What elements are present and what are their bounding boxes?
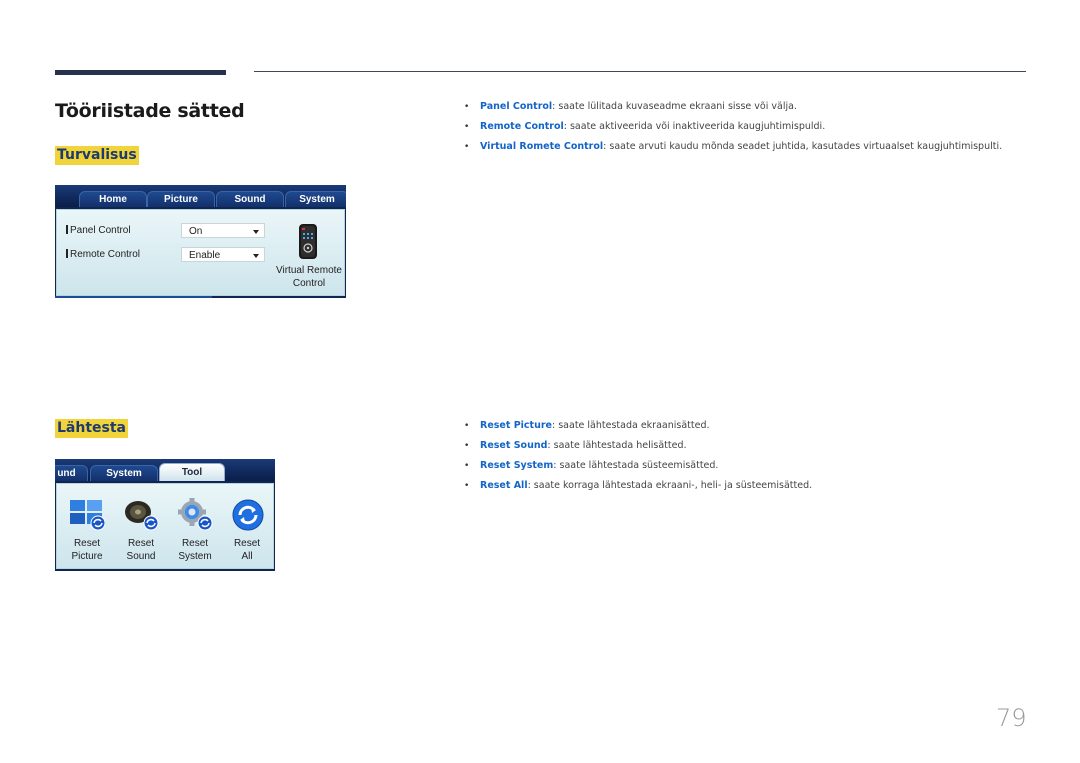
tab-sound[interactable]: Sound [216, 191, 284, 207]
panel-control-select[interactable]: On [181, 223, 265, 238]
reset-all-label[interactable]: Reset All [221, 537, 273, 563]
header-rule-thick [55, 70, 226, 75]
reset-panel-content: Reset Picture Reset Sound Reset System R… [56, 483, 274, 569]
reset-settings-panel: und System Tool Reset Picture Reset Soun… [55, 459, 275, 571]
list-item: • Reset Sound: saate lähtestada helisätte… [464, 440, 687, 451]
panel-control-label: Panel Control [66, 225, 131, 236]
page-number: 79 [996, 704, 1027, 732]
tab-bar: und System Tool [55, 459, 275, 481]
reset-system-label[interactable]: Reset System [169, 537, 221, 563]
page-title: Tööriistade sätted [55, 100, 245, 122]
remote-control-icon[interactable] [297, 224, 319, 259]
security-settings-panel: Home Picture Sound System Panel Control … [55, 185, 346, 298]
reset-bullet-list: • Reset Picture: saate lähtestada ekraani… [454, 416, 812, 496]
remote-control-label: Remote Control [66, 249, 140, 260]
tab-tool[interactable]: Tool [159, 463, 225, 481]
list-item: • Reset System: saate lähtestada süsteemi… [464, 460, 719, 471]
tab-system[interactable]: System [90, 465, 158, 481]
security-bullet-list: • Panel Control: saate lülitada kuvaseadm… [454, 97, 1002, 157]
chevron-down-icon [253, 230, 259, 234]
reset-system-icon[interactable] [177, 498, 213, 532]
tab-picture[interactable]: Picture [147, 191, 215, 207]
list-item: • Remote Control: saate aktiveerida või i… [464, 121, 826, 132]
reset-sound-icon[interactable] [123, 498, 159, 532]
section-label-security: Turvalisus [55, 146, 139, 165]
reset-picture-icon[interactable] [69, 498, 106, 532]
panel-underline [55, 296, 212, 298]
tab-sound[interactable]: und [55, 465, 88, 481]
virtual-remote-label[interactable]: Virtual Remote Control [269, 264, 346, 290]
tab-system[interactable]: System [285, 191, 346, 207]
remote-control-select[interactable]: Enable [181, 247, 265, 262]
list-item: • Reset Picture: saate lähtestada ekraani… [464, 420, 710, 431]
tab-bar: Home Picture Sound System [55, 185, 346, 207]
reset-sound-label[interactable]: Reset Sound [115, 537, 167, 563]
security-panel-content: Panel Control On Remote Control Enable V… [56, 209, 345, 296]
tab-home[interactable]: Home [79, 191, 147, 207]
reset-all-icon[interactable] [231, 498, 265, 532]
list-item: • Panel Control: saate lülitada kuvaseadm… [464, 101, 797, 112]
list-item: • Reset All: saate korraga lähtestada ekr… [464, 480, 813, 491]
reset-picture-label[interactable]: Reset Picture [61, 537, 113, 563]
section-label-reset: Lähtesta [55, 419, 128, 438]
chevron-down-icon [253, 254, 259, 258]
header-rule-thin [254, 71, 1026, 72]
list-item: • Virtual Romete Control: saate arvuti ka… [464, 141, 1003, 152]
